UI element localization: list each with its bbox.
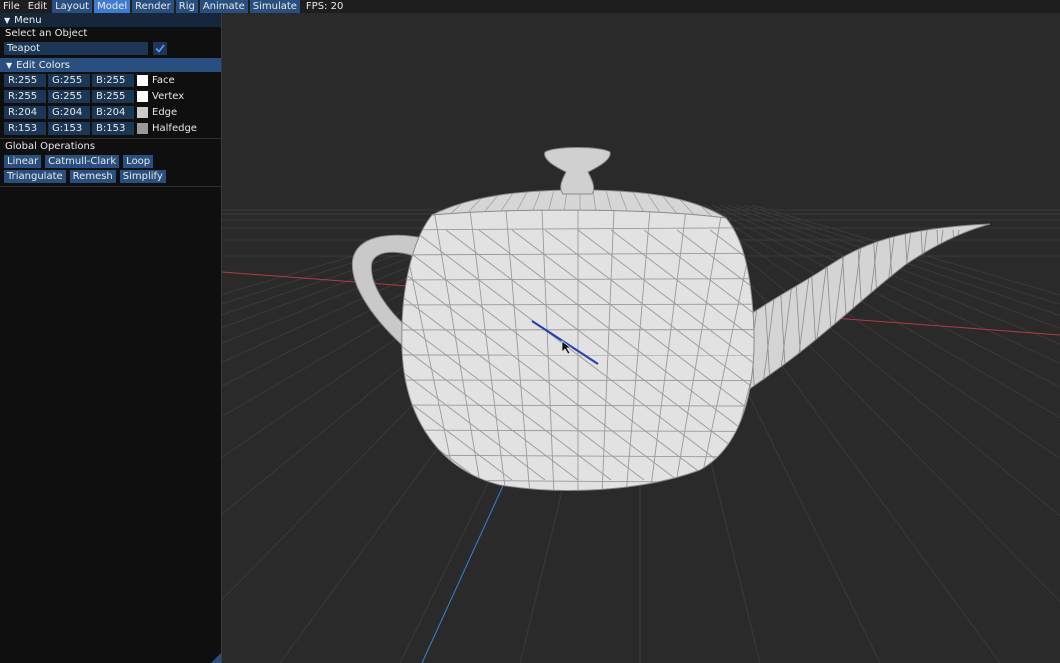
object-select[interactable]: Teapot	[4, 42, 148, 55]
color-row-halfedge: R:153 G:153 B:153 Halfedge	[0, 121, 221, 136]
divider	[0, 138, 221, 139]
color-label: Edge	[152, 107, 178, 118]
green-field[interactable]: G:255	[48, 90, 90, 103]
green-field[interactable]: G:204	[48, 106, 90, 119]
menu-panel: ▼ Menu Select an Object Teapot ▼ Edit Co…	[0, 13, 222, 663]
remesh-button[interactable]: Remesh	[69, 170, 116, 183]
menu-file[interactable]: File	[0, 0, 23, 13]
3d-viewport[interactable]	[222, 13, 1060, 663]
mode-render-button[interactable]: Render	[132, 0, 174, 13]
collapse-triangle-icon[interactable]: ▼	[4, 16, 10, 25]
color-row-vertex: R:255 G:255 B:255 Vertex	[0, 89, 221, 104]
color-swatch[interactable]	[137, 107, 148, 118]
divider	[0, 186, 221, 187]
color-label: Halfedge	[152, 123, 197, 134]
color-swatch[interactable]	[137, 123, 148, 134]
panel-title-bar[interactable]: ▼ Menu	[0, 13, 221, 27]
blue-field[interactable]: B:153	[92, 122, 134, 135]
triangulate-button[interactable]: Triangulate	[4, 170, 66, 183]
blue-field[interactable]: B:255	[92, 90, 134, 103]
color-label: Vertex	[152, 91, 185, 102]
color-row-edge: R:204 G:204 B:204 Edge	[0, 105, 221, 120]
resize-grip-icon[interactable]	[211, 653, 221, 663]
mesh-edge	[401, 379, 755, 382]
green-field[interactable]: G:255	[48, 74, 90, 87]
red-field[interactable]: R:204	[4, 106, 46, 119]
red-field[interactable]: R:153	[4, 122, 46, 135]
mode-layout-button[interactable]: Layout	[52, 0, 93, 13]
red-field[interactable]: R:255	[4, 90, 46, 103]
panel-title: Menu	[14, 14, 42, 26]
linear-button[interactable]: Linear	[4, 155, 42, 168]
object-checkbox[interactable]	[153, 42, 167, 55]
catmull-clark-button[interactable]: Catmull-Clark	[45, 155, 120, 168]
red-field[interactable]: R:255	[4, 74, 46, 87]
mode-model-button[interactable]: Model	[94, 0, 131, 13]
mode-animate-button[interactable]: Animate	[199, 0, 248, 13]
global-ops-row-1: Linear Catmull-Clark Loop	[0, 154, 221, 169]
select-object-label: Select an Object	[5, 28, 88, 39]
fps-counter: FPS: 20	[305, 1, 344, 12]
checkmark-icon	[155, 44, 165, 53]
edit-colors-header[interactable]: ▼ Edit Colors	[0, 58, 221, 72]
edit-colors-label: Edit Colors	[16, 59, 71, 71]
menu-edit[interactable]: Edit	[25, 0, 50, 13]
blue-field[interactable]: B:204	[92, 106, 134, 119]
blue-field[interactable]: B:255	[92, 74, 134, 87]
object-select-row: Teapot	[0, 41, 221, 56]
mode-simulate-button[interactable]: Simulate	[249, 0, 300, 13]
green-field[interactable]: G:153	[48, 122, 90, 135]
color-row-face: R:255 G:255 B:255 Face	[0, 73, 221, 88]
color-swatch[interactable]	[137, 91, 148, 102]
collapse-triangle-icon[interactable]: ▼	[6, 61, 12, 70]
color-label: Face	[152, 75, 175, 86]
global-ops-row-2: Triangulate Remesh Simplify	[0, 169, 221, 184]
color-swatch[interactable]	[137, 75, 148, 86]
global-operations-label: Global Operations	[5, 141, 96, 152]
menu-bar: File Edit Layout Model Render Rig Animat…	[0, 0, 1060, 13]
simplify-button[interactable]: Simplify	[119, 170, 166, 183]
mode-rig-button[interactable]: Rig	[175, 0, 198, 13]
loop-button[interactable]: Loop	[123, 155, 154, 168]
